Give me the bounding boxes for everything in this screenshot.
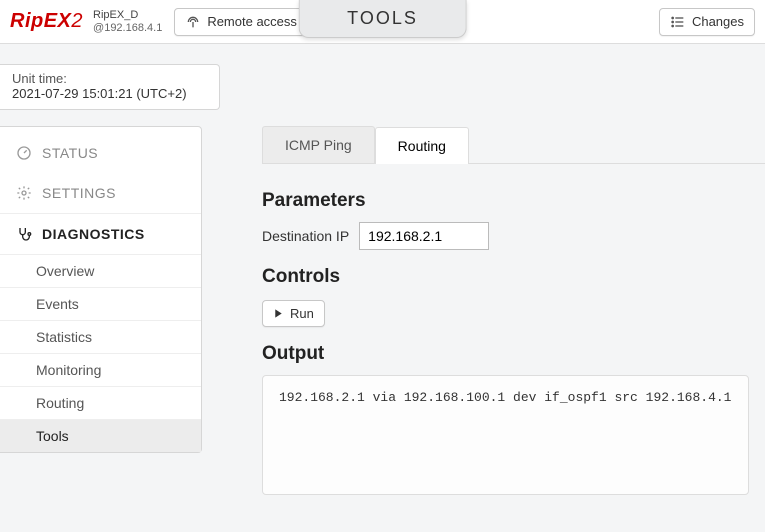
sidebar-diagnostics-label: DIAGNOSTICS [42, 226, 145, 242]
output-box: 192.168.2.1 via 192.168.100.1 dev if_osp… [262, 375, 749, 495]
brand-logo: RipEX2 [10, 10, 83, 33]
tab-icmp-ping[interactable]: ICMP Ping [262, 126, 375, 163]
antenna-icon [185, 14, 201, 30]
destination-ip-label: Destination IP [262, 228, 349, 244]
sidebar-sub-events[interactable]: Events [0, 287, 201, 320]
destination-ip-input[interactable] [359, 222, 489, 250]
unit-time-box: Unit time: 2021-07-29 15:01:21 (UTC+2) [0, 64, 220, 110]
remote-access-button[interactable]: Remote access [174, 8, 308, 36]
sidebar-sub-monitoring[interactable]: Monitoring [0, 353, 201, 386]
run-button[interactable]: Run [262, 300, 325, 327]
output-heading: Output [262, 343, 749, 365]
sidebar-sub-overview[interactable]: Overview [0, 254, 201, 287]
unit-time-label: Unit time: [12, 71, 209, 86]
changes-label: Changes [692, 14, 744, 29]
unit-name: RipEX_D [93, 9, 162, 22]
sidebar-sub-routing[interactable]: Routing [0, 386, 201, 419]
run-label: Run [290, 306, 314, 321]
unit-info: RipEX_D @192.168.4.1 [93, 9, 162, 35]
sidebar-item-settings[interactable]: SETTINGS [0, 173, 201, 213]
sidebar-settings-label: SETTINGS [42, 185, 116, 201]
changes-button[interactable]: Changes [659, 8, 755, 36]
unit-time-value: 2021-07-29 15:01:21 (UTC+2) [12, 86, 209, 101]
list-icon [670, 14, 686, 30]
main-content: ICMP Ping Routing Parameters Destination… [202, 126, 765, 505]
sidebar-item-diagnostics[interactable]: DIAGNOSTICS [0, 213, 201, 254]
sidebar-sub-tools[interactable]: Tools [0, 419, 201, 452]
gear-icon [16, 185, 32, 201]
logo-text: RipEX [10, 10, 71, 32]
logo-suffix: 2 [71, 10, 83, 32]
controls-heading: Controls [262, 266, 749, 288]
tab-routing[interactable]: Routing [375, 127, 469, 164]
sidebar-status-label: STATUS [42, 145, 98, 161]
page-title: TOOLS [298, 0, 467, 38]
gauge-icon [16, 145, 32, 161]
remote-access-label: Remote access [207, 14, 297, 29]
parameters-heading: Parameters [262, 190, 749, 212]
unit-ip: @192.168.4.1 [93, 22, 162, 35]
tab-bar: ICMP Ping Routing [262, 126, 765, 164]
sidebar-item-status[interactable]: STATUS [0, 133, 201, 173]
sidebar: STATUS SETTINGS DIAGNOSTICS Overview Eve… [0, 126, 202, 453]
top-bar: RipEX2 RipEX_D @192.168.4.1 Remote acces… [0, 0, 765, 44]
sidebar-sub-statistics[interactable]: Statistics [0, 320, 201, 353]
stethoscope-icon [16, 226, 32, 242]
play-icon [273, 308, 284, 319]
